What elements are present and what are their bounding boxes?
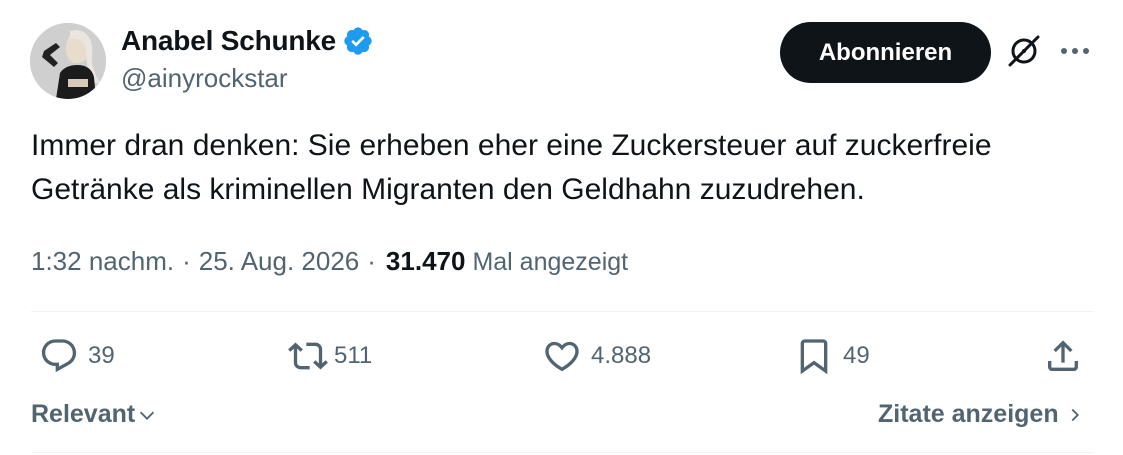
sort-dropdown[interactable]: Relevant	[31, 400, 158, 429]
author-name[interactable]: Anabel Schunke	[121, 25, 336, 57]
meta-separator: ·	[182, 246, 191, 276]
reply-button[interactable]: 39	[39, 336, 115, 376]
repost-icon	[288, 342, 328, 370]
sort-label: Relevant	[31, 400, 136, 428]
tweet-meta: 1:32 nachm. · 25. Aug. 2026 · 31.470 Mal…	[31, 246, 628, 277]
like-count: 4.888	[591, 342, 652, 369]
avatar[interactable]	[30, 23, 106, 99]
bookmark-icon	[800, 339, 828, 375]
reply-icon	[41, 339, 77, 373]
reply-count: 39	[88, 342, 115, 369]
meta-separator: ·	[367, 246, 376, 276]
quotes-label: Zitate anzeigen	[878, 400, 1059, 428]
more-icon[interactable]	[1058, 39, 1092, 63]
tweet-text: Immer dran denken: Sie erheben eher eine…	[31, 129, 992, 206]
views-label: Mal angezeigt	[472, 248, 629, 276]
share-button[interactable]	[1043, 336, 1083, 376]
divider	[31, 311, 1093, 312]
grok-icon[interactable]	[1006, 33, 1042, 69]
tweet-date[interactable]: 25. Aug. 2026	[199, 246, 359, 277]
bookmark-count: 49	[843, 342, 870, 369]
repost-count: 511	[334, 342, 373, 369]
view-quotes-link[interactable]: Zitate anzeigen	[878, 400, 1085, 429]
verified-badge-icon[interactable]	[342, 25, 374, 57]
heart-icon	[545, 341, 579, 372]
like-button[interactable]: 4.888	[542, 336, 651, 376]
tweet-time[interactable]: 1:32 nachm.	[31, 246, 174, 277]
chevron-right-icon	[1071, 408, 1079, 421]
share-icon	[1048, 340, 1078, 371]
repost-button[interactable]: 511	[288, 336, 372, 376]
author-handle[interactable]: @ainyrockstar	[121, 63, 288, 94]
bookmark-button[interactable]: 49	[794, 336, 870, 376]
avatar-photo	[30, 23, 106, 99]
divider	[31, 452, 1093, 453]
views-count: 31.470	[385, 246, 466, 276]
subscribe-button[interactable]: Abonnieren	[780, 22, 991, 83]
chevron-down-icon	[140, 411, 155, 420]
